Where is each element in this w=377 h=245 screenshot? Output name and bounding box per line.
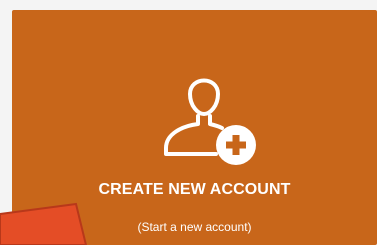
create-account-card[interactable]: CREATE NEW ACCOUNT (Start a new account) xyxy=(12,10,377,245)
add-user-icon xyxy=(164,78,256,165)
card-subtitle: (Start a new account) xyxy=(137,220,252,234)
page: CREATE NEW ACCOUNT (Start a new account) xyxy=(0,0,377,245)
card-title: CREATE NEW ACCOUNT xyxy=(98,181,291,198)
